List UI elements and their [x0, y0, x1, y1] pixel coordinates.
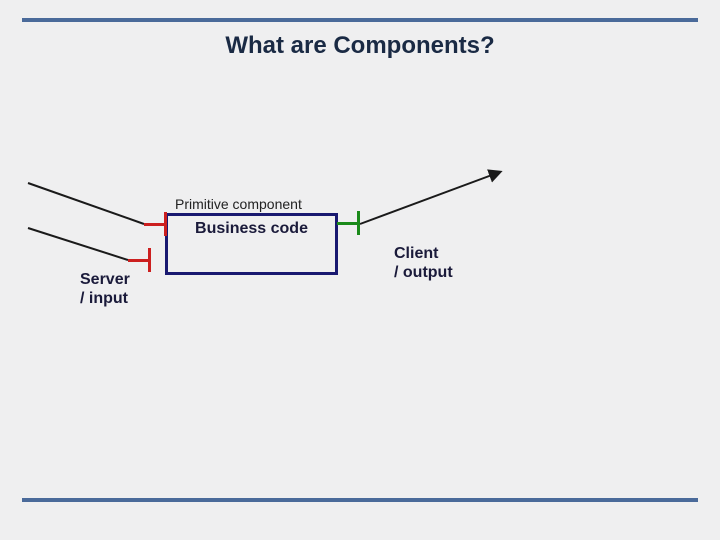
server-label-line2: / input	[80, 290, 128, 307]
component-caption: Primitive component	[175, 196, 302, 212]
input-wire-lower	[28, 228, 128, 260]
server-port-upper-icon	[144, 212, 166, 236]
output-wire	[360, 172, 500, 224]
client-label: Client / output	[394, 244, 453, 282]
component-box: Business code	[165, 213, 338, 275]
client-port-icon	[337, 211, 359, 235]
client-label-line2: / output	[394, 264, 453, 281]
client-label-line1: Client	[394, 245, 438, 262]
server-label-line1: Server	[80, 271, 130, 288]
server-port-lower-icon	[128, 248, 150, 272]
input-wire-upper	[28, 183, 144, 224]
bottom-rule	[22, 498, 698, 502]
slide: What are Components? Primitive component…	[0, 0, 720, 540]
top-rule	[22, 18, 698, 22]
component-inner-label: Business code	[168, 220, 335, 238]
server-label: Server / input	[80, 270, 130, 308]
slide-title: What are Components?	[0, 32, 720, 60]
